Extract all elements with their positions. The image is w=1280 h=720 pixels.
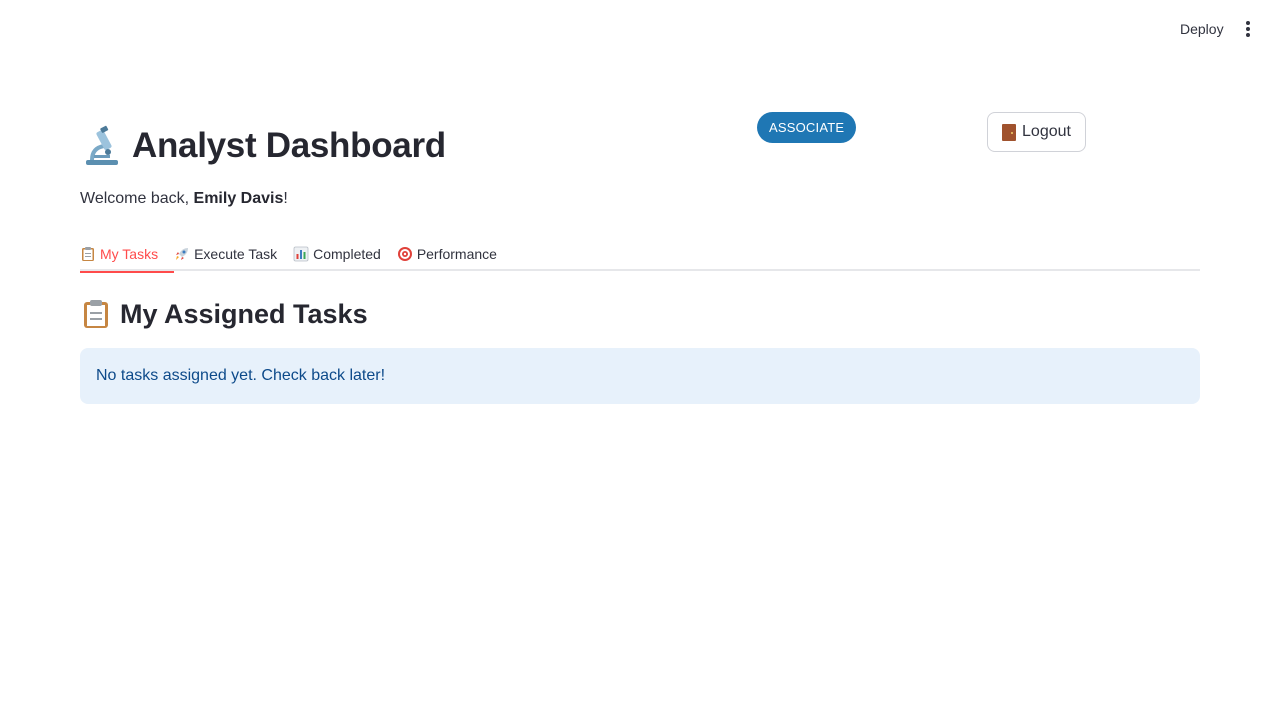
user-name: Emily Davis <box>193 190 284 207</box>
clipboard-icon <box>82 246 94 261</box>
bar-chart-icon <box>293 246 309 261</box>
door-icon <box>1002 123 1017 141</box>
page-header: Analyst Dashboard <box>80 124 446 168</box>
section-header: My Assigned Tasks <box>80 298 368 330</box>
tab-my-tasks[interactable]: My Tasks <box>80 236 175 273</box>
tab-completed[interactable]: Completed <box>293 236 397 271</box>
logout-button[interactable]: Logout <box>987 112 1086 152</box>
tab-label: Completed <box>313 245 381 262</box>
app-header: Deploy <box>0 0 1280 60</box>
tab-bar: My Tasks Execute Task Completed Performa… <box>80 236 1200 273</box>
clipboard-icon <box>84 300 108 328</box>
welcome-suffix: ! <box>283 190 288 207</box>
welcome-prefix: Welcome back, <box>80 190 194 207</box>
info-alert: No tasks assigned yet. Check back later! <box>80 348 1200 404</box>
welcome-message: Welcome back, Emily Davis! <box>80 190 288 208</box>
tab-label: Execute Task <box>194 245 278 262</box>
rocket-icon <box>176 247 189 260</box>
page-title: Analyst Dashboard <box>132 126 446 165</box>
role-badge: ASSOCIATE <box>757 112 857 143</box>
tab-label: Performance <box>416 245 497 262</box>
tab-performance[interactable]: Performance <box>397 236 513 271</box>
microscope-icon <box>86 125 118 165</box>
info-message: No tasks assigned yet. Check back later! <box>96 367 386 384</box>
deploy-button[interactable]: Deploy <box>1172 19 1232 39</box>
kebab-menu-icon[interactable] <box>1238 20 1258 40</box>
target-icon <box>397 246 412 261</box>
tab-execute-task[interactable]: Execute Task <box>174 236 293 271</box>
logout-label: Logout <box>1022 123 1071 140</box>
tab-label: My Tasks <box>100 245 159 262</box>
section-title: My Assigned Tasks <box>120 298 368 329</box>
